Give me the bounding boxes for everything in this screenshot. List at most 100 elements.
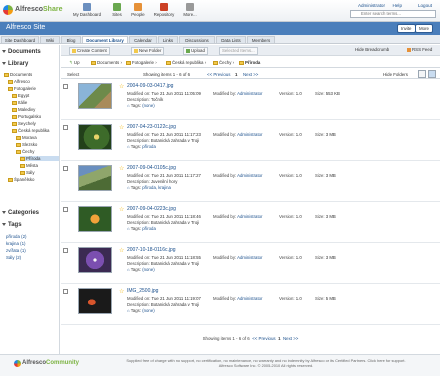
- tag-link[interactable]: zvířata (1): [6, 248, 26, 253]
- tag-link[interactable]: krajina (1): [6, 241, 26, 246]
- alfresco-community-logo[interactable]: AlfrescoCommunity: [22, 360, 79, 366]
- tree-item[interactable]: Fotogalerie: [8, 86, 36, 91]
- tree-item[interactable]: Seychely: [12, 121, 36, 126]
- file-name[interactable]: IMG_2500.jpg: [127, 288, 158, 294]
- tree-item[interactable]: Maledivy: [12, 107, 35, 112]
- simple-view-icon[interactable]: [418, 70, 426, 78]
- file-thumbnail[interactable]: [78, 124, 112, 150]
- nav-people[interactable]: People: [128, 2, 148, 20]
- favourite-star-icon[interactable]: ☆: [119, 247, 124, 254]
- tab-site-dashboard[interactable]: Site Dashboard: [1, 36, 39, 44]
- list-item[interactable]: ☆ 2007-04-23-0122c.jpg Modified on: Tue …: [61, 121, 440, 161]
- next-link[interactable]: Next >>: [243, 72, 258, 77]
- documents-section[interactable]: Documents: [2, 49, 41, 55]
- file-name[interactable]: 2004-09-03-0417.jpg: [127, 83, 173, 89]
- breadcrumb-item[interactable]: Fotogalerie ›: [126, 60, 157, 65]
- file-name[interactable]: 2007-09-04-0105c.jpg: [127, 165, 176, 171]
- tab-blog[interactable]: Blog: [61, 36, 81, 44]
- tree-item[interactable]: Města: [20, 163, 38, 168]
- tab-document-library[interactable]: Document Library: [82, 36, 128, 44]
- modifier-link[interactable]: Administrator: [237, 132, 262, 137]
- tree-item[interactable]: Sály: [20, 170, 35, 175]
- tab-wiki[interactable]: Wiki: [40, 36, 60, 44]
- previous-link[interactable]: << Previous: [252, 336, 275, 341]
- modifier-link[interactable]: Administrator: [237, 173, 262, 178]
- row-checkbox[interactable]: [63, 289, 68, 294]
- search-input[interactable]: Enter search terms...: [350, 10, 436, 18]
- detailed-view-icon[interactable]: [428, 70, 436, 78]
- library-section[interactable]: Library: [2, 61, 28, 67]
- file-thumbnail[interactable]: [78, 247, 112, 273]
- next-link[interactable]: Next >>: [283, 336, 298, 341]
- tree-item[interactable]: Egypt: [12, 93, 29, 98]
- favourite-star-icon[interactable]: ☆: [119, 206, 124, 213]
- up-button[interactable]: ↰ Up: [69, 60, 80, 66]
- modifier-link[interactable]: Administrator: [237, 91, 262, 96]
- nav-repository[interactable]: Repository: [150, 2, 178, 20]
- list-item[interactable]: ☆ IMG_2500.jpg Modified on: Tue 21 Jun 2…: [61, 285, 440, 325]
- favourite-star-icon[interactable]: ☆: [119, 124, 124, 131]
- tag-link[interactable]: příroda (2): [6, 234, 27, 239]
- list-item[interactable]: ☆ 2007-09-04-0105c.jpg Modified on: Tue …: [61, 162, 440, 202]
- tag-link[interactable]: Sály (2): [6, 255, 21, 260]
- row-checkbox[interactable]: [63, 207, 68, 212]
- breadcrumb-item[interactable]: Documents ›: [91, 60, 122, 65]
- upload-button[interactable]: Upload: [183, 47, 208, 55]
- file-thumbnail[interactable]: [78, 288, 112, 314]
- breadcrumb-item[interactable]: Česká republika ›: [166, 60, 206, 65]
- nav-my-dashboard[interactable]: My Dashboard: [72, 2, 102, 20]
- favourite-star-icon[interactable]: ☆: [119, 165, 124, 172]
- row-checkbox[interactable]: [63, 125, 68, 130]
- user-menu[interactable]: Administrator: [358, 3, 385, 8]
- row-checkbox[interactable]: [63, 166, 68, 171]
- categories-section[interactable]: Categories: [2, 210, 39, 216]
- file-thumbnail[interactable]: [78, 165, 112, 191]
- alfresco-share-logo[interactable]: AlfrescoShare: [3, 4, 62, 17]
- favourite-star-icon[interactable]: ☆: [119, 83, 124, 90]
- tree-item-selected[interactable]: Příroda: [20, 156, 59, 161]
- tree-item[interactable]: Čechy: [16, 149, 34, 154]
- rss-feed-button[interactable]: RSS Feed: [405, 47, 434, 55]
- modifier-link[interactable]: Administrator: [237, 214, 262, 219]
- create-content-button[interactable]: Create Content: [69, 47, 110, 55]
- tree-item[interactable]: Španělsko: [8, 177, 35, 182]
- tab-data-lists[interactable]: Data Lists: [216, 36, 246, 44]
- modifier-link[interactable]: Administrator: [237, 255, 262, 260]
- file-name[interactable]: 2007-04-23-0122c.jpg: [127, 124, 176, 130]
- nav-more[interactable]: More...: [180, 2, 200, 20]
- list-item[interactable]: ☆ 2004-09-03-0417.jpg Modified on: Tue 2…: [61, 80, 440, 120]
- tree-item[interactable]: Documents: [4, 72, 32, 77]
- tree-item[interactable]: Alfresco: [8, 79, 30, 84]
- modifier-link[interactable]: Administrator: [237, 296, 262, 301]
- tab-discussions[interactable]: Discussions: [179, 36, 215, 44]
- row-checkbox[interactable]: [63, 84, 68, 89]
- file-name[interactable]: 2007-10-18-0116c.jpg: [127, 247, 176, 253]
- row-checkbox[interactable]: [63, 248, 68, 253]
- tree-item[interactable]: Itálie: [12, 100, 27, 105]
- tab-calendar[interactable]: Calendar: [129, 36, 157, 44]
- tree-item[interactable]: Morava: [16, 135, 37, 140]
- previous-link[interactable]: << Previous: [207, 72, 230, 77]
- hide-breadcrumb-button[interactable]: Hide Breadcrumb: [353, 47, 391, 55]
- select-menu[interactable]: Select: [67, 72, 79, 77]
- more-button[interactable]: More: [415, 24, 434, 33]
- new-folder-button[interactable]: New Folder: [131, 47, 165, 55]
- file-name[interactable]: 2007-09-04-0223c.jpg: [127, 206, 176, 212]
- nav-sites[interactable]: Sites: [108, 2, 126, 20]
- favourite-star-icon[interactable]: ☆: [119, 288, 124, 295]
- hide-folders-button[interactable]: Hide Folders: [383, 72, 408, 77]
- tags-section[interactable]: Tags: [2, 222, 22, 228]
- tree-item[interactable]: Česká republika: [12, 128, 49, 133]
- selected-items-button[interactable]: Selected Items...: [219, 47, 258, 55]
- tab-links[interactable]: Links: [158, 36, 178, 44]
- tab-members[interactable]: Members: [247, 36, 275, 44]
- tree-item[interactable]: Portugalsko: [12, 114, 41, 119]
- list-item[interactable]: ☆ 2007-10-18-0116c.jpg Modified on: Tue …: [61, 244, 440, 284]
- file-thumbnail[interactable]: [78, 83, 112, 109]
- logout-link[interactable]: Logout: [418, 3, 432, 8]
- invite-button[interactable]: Invite: [397, 24, 416, 33]
- file-thumbnail[interactable]: [78, 206, 112, 232]
- breadcrumb-item[interactable]: Čechy ›: [213, 60, 234, 65]
- help-link[interactable]: Help: [393, 3, 402, 8]
- tree-item[interactable]: Slezsko: [16, 142, 37, 147]
